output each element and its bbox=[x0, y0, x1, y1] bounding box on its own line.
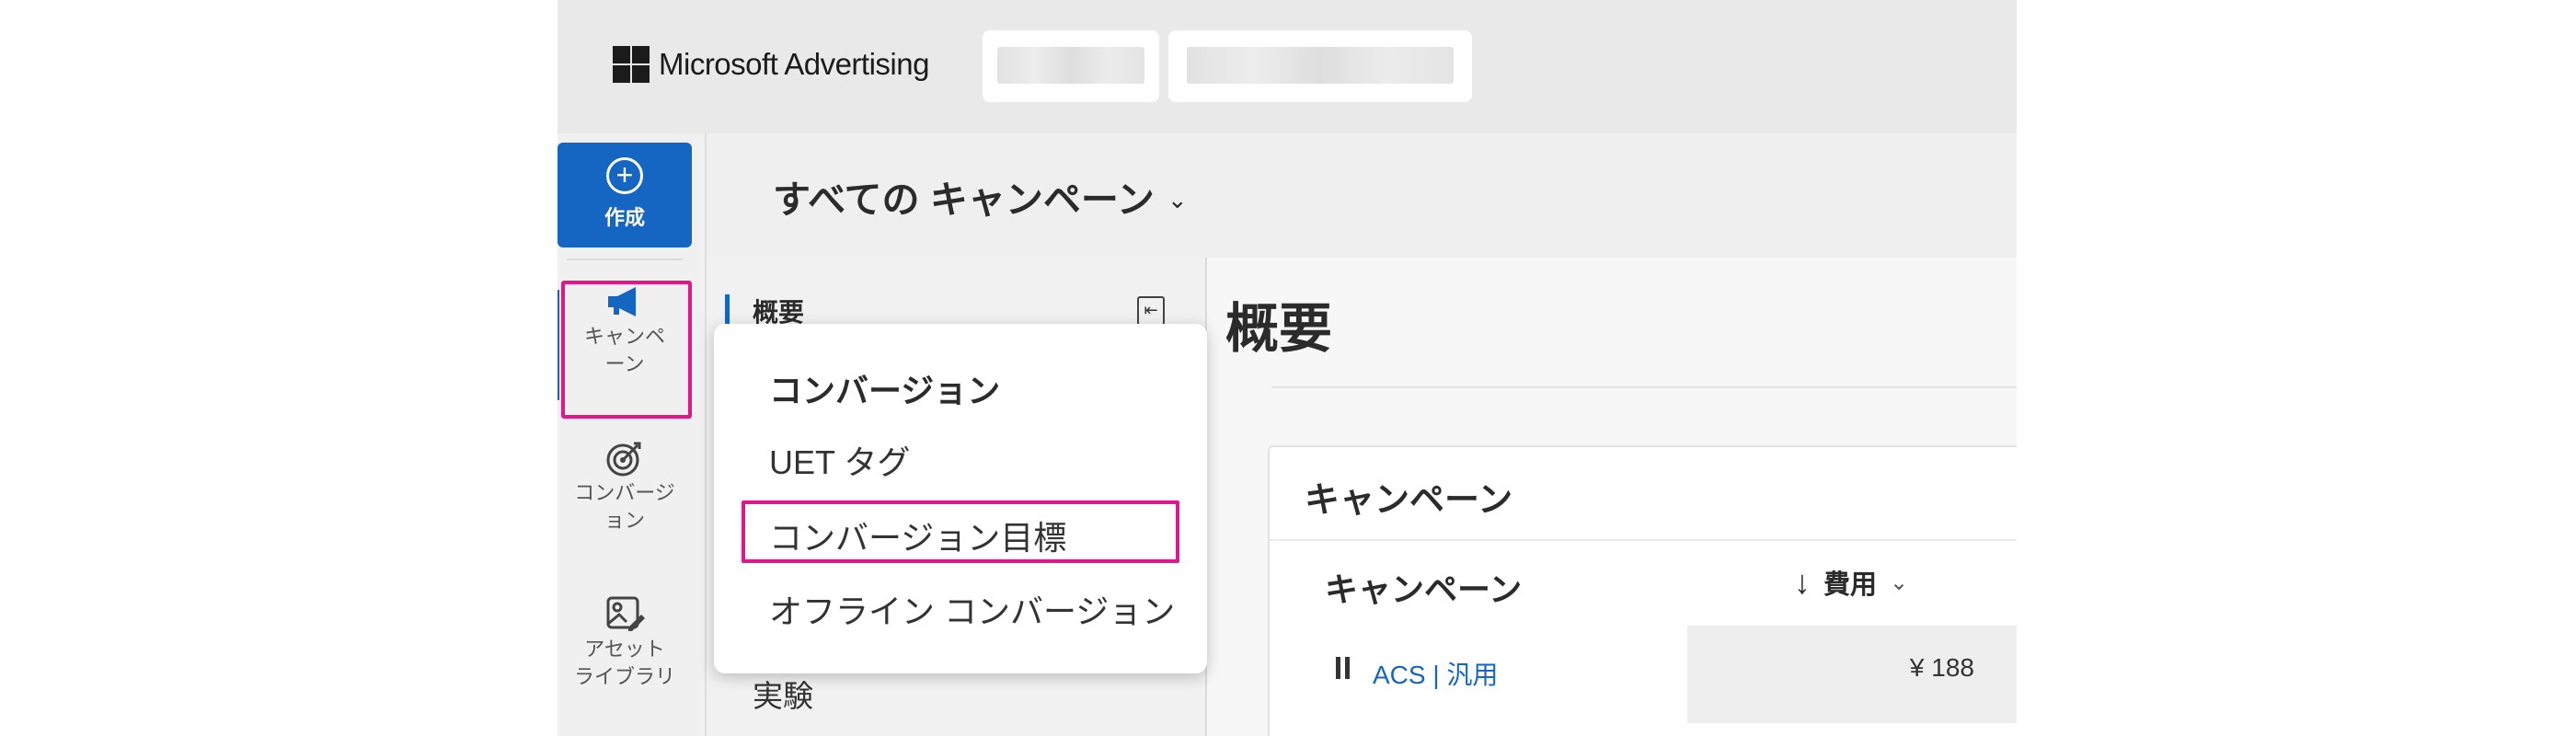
brand-name: Microsoft Advertising bbox=[659, 47, 929, 81]
chevron-down-icon: ⌄ bbox=[1167, 185, 1188, 213]
main-content: 概要 キャンペーン キャンペーン ↓ 費用 ⌄ ACS | 汎用 ¥ 188 bbox=[1207, 258, 2017, 736]
page-header: すべての キャンペーン ⌄ bbox=[707, 133, 2017, 258]
chevron-down-icon: ⌄ bbox=[1890, 569, 1909, 595]
menu-item-conversion-goals[interactable]: コンバージョン目標 bbox=[769, 512, 1066, 559]
card-title: キャンペーン bbox=[1305, 481, 1513, 520]
windows-logo-icon bbox=[613, 46, 650, 83]
cost-header-label: 費用 bbox=[1823, 570, 1878, 600]
rail-item-label: アセット ライブラリ bbox=[574, 638, 676, 688]
menu-item-offline-conversions[interactable]: オフライン コンバージョン bbox=[769, 585, 1175, 633]
account-selector[interactable] bbox=[983, 30, 1159, 102]
active-indicator bbox=[725, 294, 730, 326]
cost-value: ¥ 188 bbox=[1909, 653, 1974, 682]
app-screen: Microsoft Advertising + 作成 キャンペーン コンバージョ… bbox=[558, 0, 2017, 736]
create-button[interactable]: + 作成 bbox=[558, 143, 692, 247]
sort-down-icon: ↓ bbox=[1794, 563, 1811, 601]
target-icon bbox=[558, 437, 692, 479]
card-divider bbox=[1270, 539, 2017, 541]
image-edit-icon bbox=[558, 593, 692, 636]
column-header-campaign[interactable]: キャンペーン bbox=[1325, 563, 1522, 611]
create-label: 作成 bbox=[604, 206, 645, 229]
rail-item-campaigns[interactable]: キャンペーン bbox=[558, 281, 692, 419]
top-bar: Microsoft Advertising bbox=[558, 0, 2017, 133]
left-nav-rail: + 作成 キャンペーン コンバージョン アセット ライブラリ bbox=[558, 133, 707, 736]
highlight-box bbox=[561, 281, 692, 419]
campaign-scope-dropdown[interactable]: すべての キャンペーン ⌄ bbox=[773, 168, 1188, 224]
menu-item-uet-tag[interactable]: UET タグ bbox=[769, 436, 910, 484]
redacted-account-name bbox=[997, 47, 1144, 84]
active-indicator bbox=[558, 290, 559, 400]
rail-divider bbox=[567, 259, 683, 260]
column-header-cost[interactable]: ↓ 費用 ⌄ bbox=[1794, 563, 1908, 602]
page-title: 概要 bbox=[1225, 299, 1333, 359]
account-id-field[interactable] bbox=[1168, 30, 1472, 102]
section-divider bbox=[1271, 386, 2017, 388]
conversions-menu: コンバージョン UET タグ コンバージョン目標 オフライン コンバージョン bbox=[714, 324, 1207, 673]
redacted-account-id bbox=[1187, 47, 1454, 84]
subnav-item-experiments[interactable]: 実験 bbox=[753, 672, 813, 716]
campaign-card: キャンペーン キャンペーン ↓ 費用 ⌄ ACS | 汎用 ¥ 188 bbox=[1268, 445, 2017, 736]
rail-item-conversions[interactable]: コンバージョン bbox=[558, 437, 692, 535]
collapse-panel-icon[interactable]: ⇤ bbox=[1137, 296, 1165, 326]
plus-circle-icon: + bbox=[606, 157, 643, 194]
brand-logo[interactable]: Microsoft Advertising bbox=[613, 46, 929, 83]
rail-item-label: コンバージョン bbox=[574, 481, 675, 532]
campaign-scope-label: すべての キャンペーン bbox=[773, 178, 1155, 221]
menu-header-conversions: コンバージョン bbox=[769, 372, 1001, 409]
rail-item-asset-library[interactable]: アセット ライブラリ bbox=[558, 593, 692, 691]
